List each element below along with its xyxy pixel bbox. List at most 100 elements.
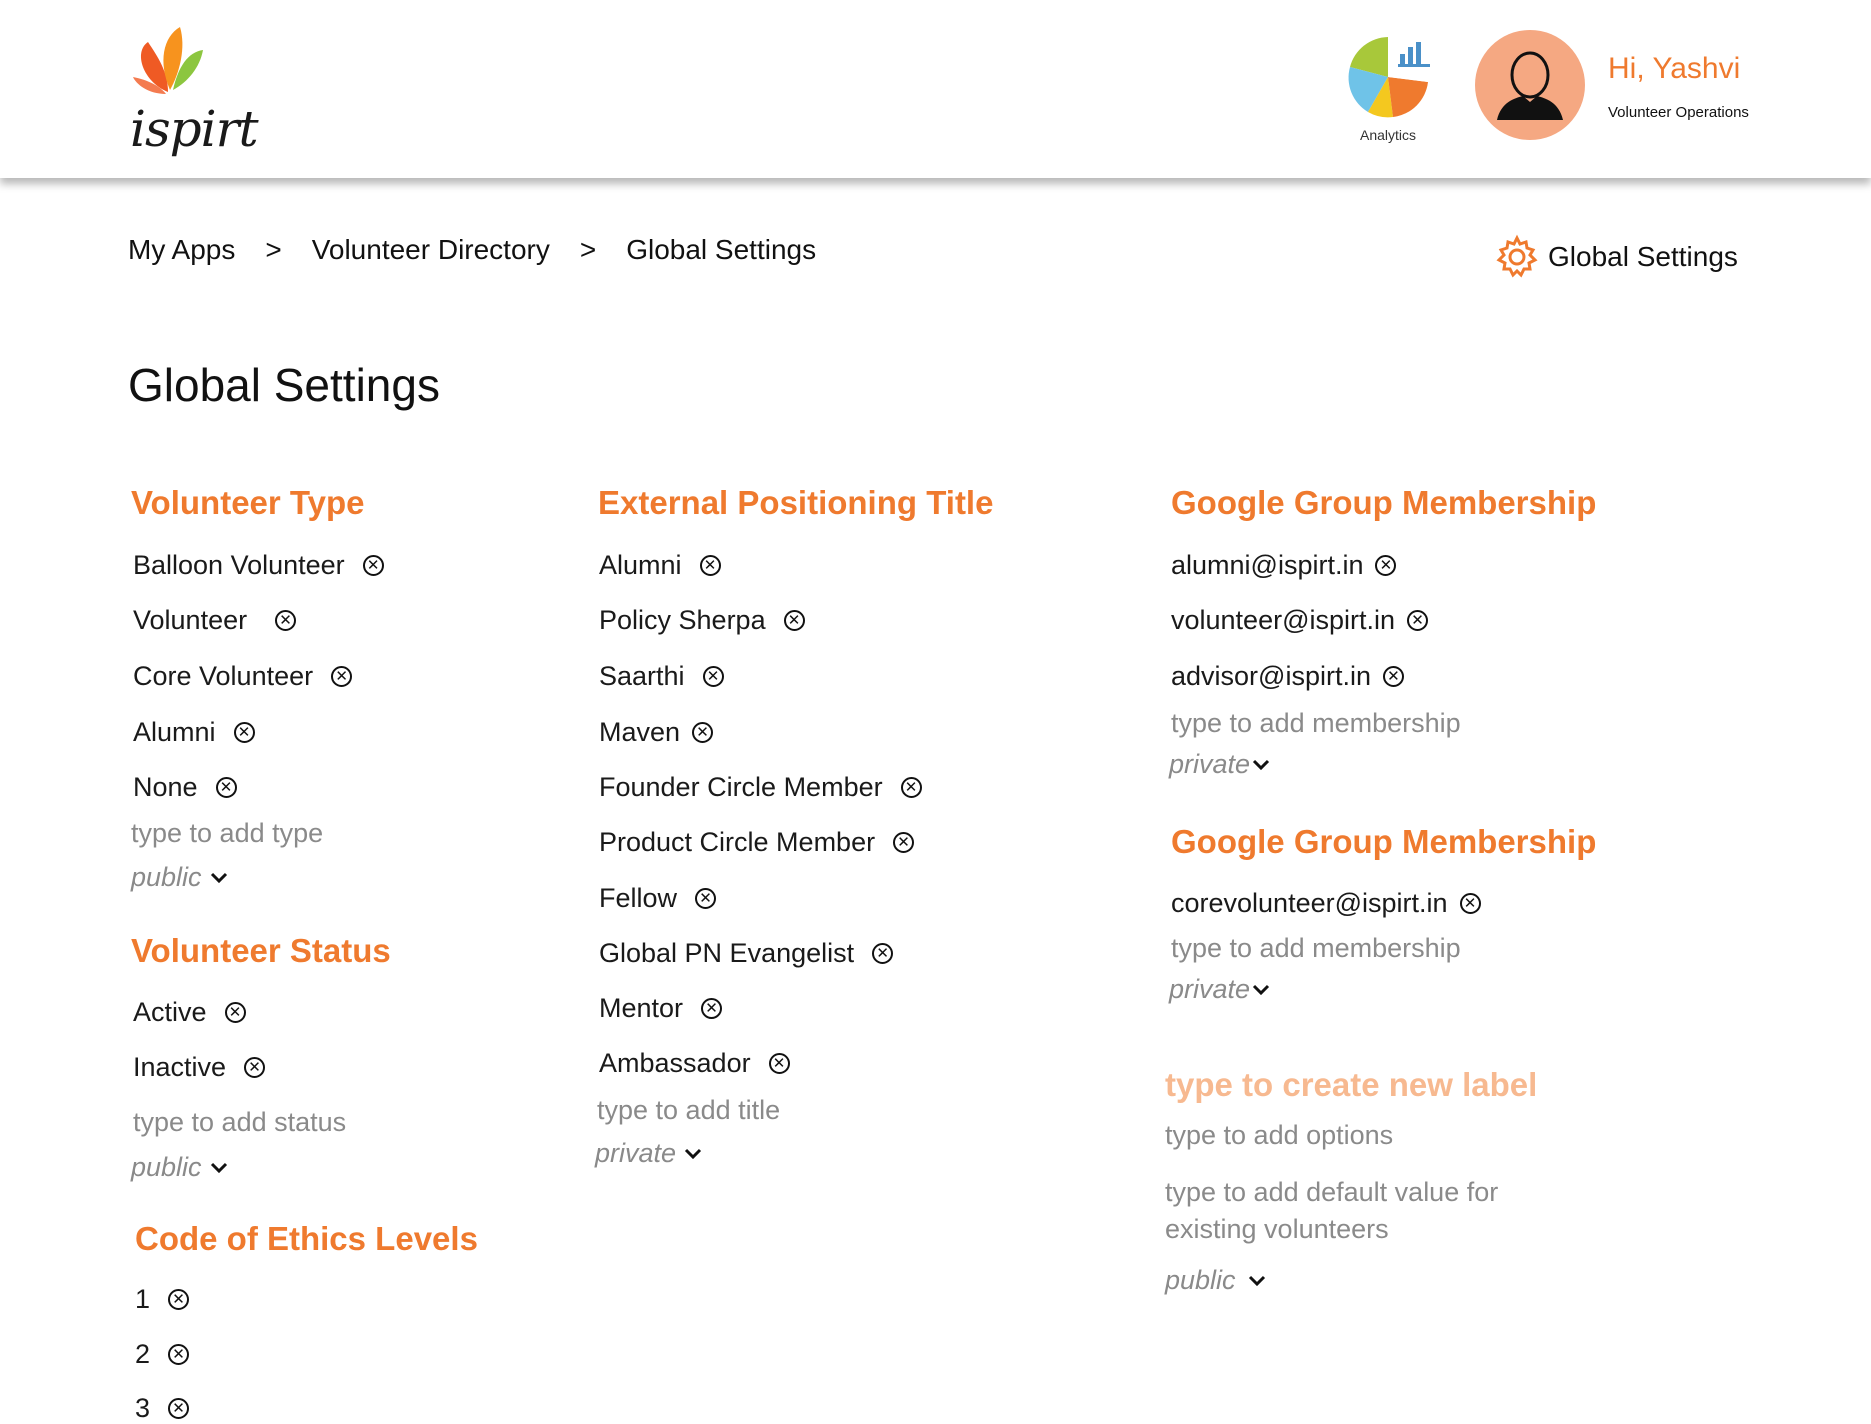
visibility-value: private bbox=[1169, 974, 1251, 1004]
google-group-item: alumni@ispirt.in ✕ bbox=[1171, 550, 1397, 581]
volunteer-type-item: Core Volunteer ✕ bbox=[133, 661, 353, 692]
add-options-input[interactable]: type to add options bbox=[1165, 1120, 1393, 1151]
external-title-item: Founder Circle Member ✕ bbox=[599, 772, 922, 803]
remove-icon[interactable]: ✕ bbox=[362, 555, 384, 576]
item-label: Mentor bbox=[599, 993, 684, 1023]
remove-icon[interactable]: ✕ bbox=[695, 888, 717, 909]
remove-icon[interactable]: ✕ bbox=[168, 1398, 190, 1419]
remove-icon[interactable]: ✕ bbox=[699, 555, 721, 576]
new-label-visibility-select[interactable]: public bbox=[1165, 1265, 1266, 1296]
remove-icon[interactable]: ✕ bbox=[872, 943, 894, 964]
item-label: 3 bbox=[135, 1393, 151, 1423]
item-label: Active bbox=[133, 997, 207, 1027]
item-label: Saarthi bbox=[599, 661, 685, 691]
external-title-item: Ambassador ✕ bbox=[599, 1048, 790, 1079]
visibility-value: private bbox=[1169, 749, 1251, 779]
add-title-input[interactable]: type to add title bbox=[597, 1095, 780, 1126]
remove-icon[interactable]: ✕ bbox=[331, 666, 353, 687]
chevron-down-icon bbox=[1252, 984, 1270, 995]
item-label: Balloon Volunteer bbox=[133, 550, 345, 580]
remove-icon[interactable]: ✕ bbox=[1382, 666, 1404, 687]
item-label: corevolunteer@ispirt.in bbox=[1171, 888, 1448, 918]
remove-icon[interactable]: ✕ bbox=[244, 1057, 266, 1078]
external-title-item: Policy Sherpa ✕ bbox=[599, 605, 805, 636]
external-title-item: Maven ✕ bbox=[599, 717, 714, 748]
volunteer-type-item: None ✕ bbox=[133, 772, 237, 803]
item-label: Founder Circle Member bbox=[599, 772, 883, 802]
new-label-input[interactable]: type to create new label bbox=[1165, 1066, 1537, 1104]
volunteer-type-item: Alumni ✕ bbox=[133, 717, 255, 748]
remove-icon[interactable]: ✕ bbox=[233, 722, 255, 743]
remove-icon[interactable]: ✕ bbox=[900, 777, 922, 798]
add-status-input[interactable]: type to add status bbox=[133, 1107, 346, 1138]
external-title-item: Saarthi ✕ bbox=[599, 661, 724, 692]
breadcrumb-separator: > bbox=[265, 234, 282, 265]
ethics-level-item: 1 ✕ bbox=[135, 1284, 190, 1315]
remove-icon[interactable]: ✕ bbox=[692, 722, 714, 743]
default-value-input-line2[interactable]: existing volunteers bbox=[1165, 1214, 1389, 1245]
app-header: ispirt Analytics Hi, Yashvi Volunteer Op… bbox=[0, 0, 1871, 178]
add-membership-input[interactable]: type to add membership bbox=[1171, 708, 1461, 739]
item-label: 1 bbox=[135, 1284, 151, 1314]
analytics-button[interactable]: Analytics bbox=[1338, 32, 1438, 147]
item-label: Ambassador bbox=[599, 1048, 751, 1078]
volunteer-type-item: Volunteer ✕ bbox=[133, 605, 297, 636]
add-type-input[interactable]: type to add type bbox=[131, 818, 323, 849]
analytics-pie-chart-icon bbox=[1348, 37, 1430, 118]
avatar[interactable] bbox=[1475, 30, 1585, 140]
google-group-heading: Google Group Membership bbox=[1171, 823, 1597, 860]
google-group-item: advisor@ispirt.in ✕ bbox=[1171, 661, 1404, 692]
volunteer-status-heading: Volunteer Status bbox=[131, 932, 391, 969]
remove-icon[interactable]: ✕ bbox=[1407, 610, 1429, 631]
add-membership-input[interactable]: type to add membership bbox=[1171, 933, 1461, 964]
user-greeting: Hi, Yashvi bbox=[1608, 52, 1741, 85]
visibility-value: private bbox=[595, 1138, 677, 1168]
gear-icon bbox=[1496, 234, 1538, 278]
user-role: Volunteer Operations bbox=[1608, 104, 1749, 121]
remove-icon[interactable]: ✕ bbox=[275, 610, 297, 631]
external-title-item: Mentor ✕ bbox=[599, 993, 723, 1024]
global-settings-link-label: Global Settings bbox=[1548, 241, 1738, 272]
breadcrumb-volunteer-directory[interactable]: Volunteer Directory bbox=[312, 234, 550, 266]
remove-icon[interactable]: ✕ bbox=[224, 1002, 246, 1023]
remove-icon[interactable]: ✕ bbox=[1459, 893, 1481, 914]
volunteer-status-item: Inactive ✕ bbox=[133, 1052, 266, 1083]
item-label: 2 bbox=[135, 1339, 151, 1369]
user-silhouette-icon bbox=[1497, 51, 1563, 120]
google-group-item: volunteer@ispirt.in ✕ bbox=[1171, 605, 1429, 636]
ethics-level-item: 3 ✕ bbox=[135, 1393, 190, 1424]
visibility-value: public bbox=[131, 862, 202, 892]
remove-icon[interactable]: ✕ bbox=[783, 610, 805, 631]
google-group-visibility-select[interactable]: private bbox=[1169, 974, 1270, 1005]
remove-icon[interactable]: ✕ bbox=[168, 1344, 190, 1365]
chevron-down-icon bbox=[684, 1148, 702, 1159]
volunteer-type-visibility-select[interactable]: public bbox=[131, 862, 228, 893]
volunteer-status-item: Active ✕ bbox=[133, 997, 246, 1028]
google-group-visibility-select[interactable]: private bbox=[1169, 749, 1270, 780]
remove-icon[interactable]: ✕ bbox=[768, 1053, 790, 1074]
item-label: advisor@ispirt.in bbox=[1171, 661, 1371, 691]
breadcrumb: My Apps > Volunteer Directory > Global S… bbox=[128, 234, 816, 266]
item-label: Policy Sherpa bbox=[599, 605, 766, 635]
remove-icon[interactable]: ✕ bbox=[701, 998, 723, 1019]
remove-icon[interactable]: ✕ bbox=[1375, 555, 1397, 576]
remove-icon[interactable]: ✕ bbox=[893, 832, 915, 853]
ispirt-logo[interactable]: ispirt bbox=[128, 22, 259, 158]
volunteer-status-visibility-select[interactable]: public bbox=[131, 1152, 228, 1183]
remove-icon[interactable]: ✕ bbox=[702, 666, 724, 687]
remove-icon[interactable]: ✕ bbox=[215, 777, 237, 798]
breadcrumb-my-apps[interactable]: My Apps bbox=[128, 234, 235, 266]
default-value-input[interactable]: type to add default value for bbox=[1165, 1177, 1498, 1208]
breadcrumb-global-settings: Global Settings bbox=[626, 234, 817, 265]
external-title-visibility-select[interactable]: private bbox=[595, 1138, 702, 1169]
item-label: Core Volunteer bbox=[133, 661, 314, 691]
global-settings-link[interactable]: Global Settings bbox=[1494, 234, 1738, 280]
volunteer-type-item: Balloon Volunteer ✕ bbox=[133, 550, 384, 581]
remove-icon[interactable]: ✕ bbox=[168, 1289, 190, 1310]
chevron-down-icon bbox=[210, 1162, 227, 1173]
visibility-value: public bbox=[131, 1152, 202, 1182]
external-title-item: Product Circle Member ✕ bbox=[599, 827, 915, 858]
item-label: Alumni bbox=[599, 550, 682, 580]
item-label: Alumni bbox=[133, 717, 216, 747]
breadcrumb-separator: > bbox=[579, 234, 597, 265]
